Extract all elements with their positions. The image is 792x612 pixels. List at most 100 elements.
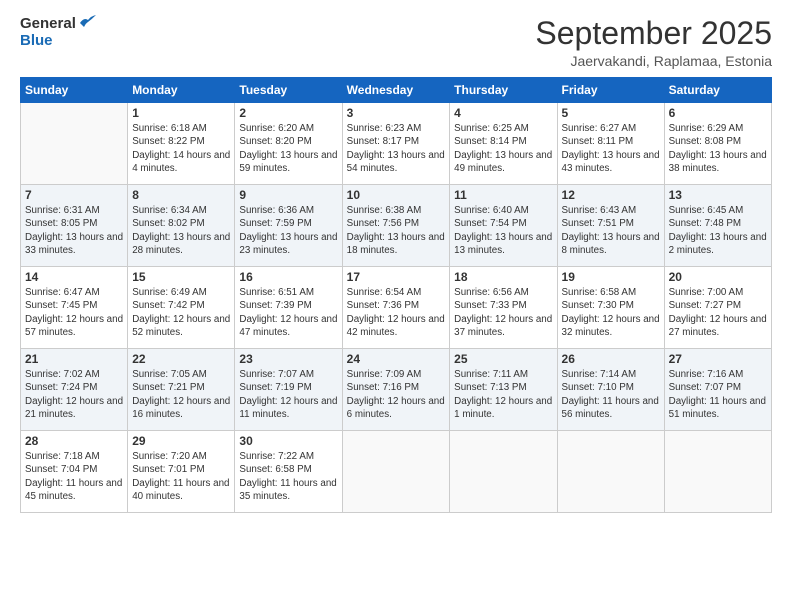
table-cell: 22 Sunrise: 7:05 AMSunset: 7:21 PMDayligh… (128, 349, 235, 431)
cell-day-number: 19 (562, 270, 660, 284)
col-thursday: Thursday (450, 78, 557, 103)
cell-day-number: 13 (669, 188, 767, 202)
table-cell: 9 Sunrise: 6:36 AMSunset: 7:59 PMDaylight… (235, 185, 342, 267)
calendar-row: 28 Sunrise: 7:18 AMSunset: 7:04 PMDayligh… (21, 431, 772, 513)
cell-info: Sunrise: 6:49 AMSunset: 7:42 PMDaylight:… (132, 286, 230, 339)
table-cell: 25 Sunrise: 7:11 AMSunset: 7:13 PMDayligh… (450, 349, 557, 431)
table-cell: 14Sunrise: 6:47 AMSunset: 7:45 PMDayligh… (21, 267, 128, 349)
col-tuesday: Tuesday (235, 78, 342, 103)
cell-info: Sunrise: 6:36 AMSunset: 7:59 PMDaylight:… (239, 204, 337, 257)
cell-day-number: 4 (454, 106, 552, 120)
table-cell: 18Sunrise: 6:56 AMSunset: 7:33 PMDayligh… (450, 267, 557, 349)
cell-info: Sunrise: 6:34 AMSunset: 8:02 PMDaylight:… (132, 204, 230, 257)
cell-day-number: 22 (132, 352, 230, 366)
table-cell: 10 Sunrise: 6:38 AMSunset: 7:56 PMDayligh… (342, 185, 450, 267)
cell-info: Sunrise: 6:31 AMSunset: 8:05 PMDaylight:… (25, 204, 123, 257)
table-cell: 21 Sunrise: 7:02 AMSunset: 7:24 PMDayligh… (21, 349, 128, 431)
table-cell: 26 Sunrise: 7:14 AMSunset: 7:10 PMDayligh… (557, 349, 664, 431)
calendar-table: Sunday Monday Tuesday Wednesday Thursday… (20, 77, 772, 513)
cell-day-number: 30 (239, 434, 337, 448)
table-cell: 17 Sunrise: 6:54 AMSunset: 7:36 PMDayligh… (342, 267, 450, 349)
cell-info: Sunrise: 6:27 AMSunset: 8:11 PMDaylight:… (562, 122, 660, 175)
calendar-row: 14Sunrise: 6:47 AMSunset: 7:45 PMDayligh… (21, 267, 772, 349)
cell-day-number: 23 (239, 352, 337, 366)
calendar-row: 1 Sunrise: 6:18 AMSunset: 8:22 PMDaylight… (21, 103, 772, 185)
cell-info: Sunrise: 6:38 AMSunset: 7:56 PMDaylight:… (347, 204, 446, 257)
table-cell: 2Sunrise: 6:20 AMSunset: 8:20 PMDaylight… (235, 103, 342, 185)
cell-info: Sunrise: 7:02 AMSunset: 7:24 PMDaylight:… (25, 368, 123, 421)
cell-info: Sunrise: 7:09 AMSunset: 7:16 PMDaylight:… (347, 368, 446, 421)
title-block: September 2025 Jaervakandi, Raplamaa, Es… (535, 16, 772, 69)
cell-info: Sunrise: 7:16 AMSunset: 7:07 PMDaylight:… (669, 368, 767, 421)
logo-general: General (20, 16, 76, 33)
col-monday: Monday (128, 78, 235, 103)
calendar-header-row: Sunday Monday Tuesday Wednesday Thursday… (21, 78, 772, 103)
table-cell: 16 Sunrise: 6:51 AMSunset: 7:39 PMDayligh… (235, 267, 342, 349)
cell-day-number: 9 (239, 188, 337, 202)
cell-day-number: 11 (454, 188, 552, 202)
cell-day-number: 2 (239, 106, 337, 120)
cell-info: Sunrise: 6:23 AMSunset: 8:17 PMDaylight:… (347, 122, 446, 175)
cell-day-number: 1 (132, 106, 230, 120)
cell-day-number: 26 (562, 352, 660, 366)
table-cell: 23 Sunrise: 7:07 AMSunset: 7:19 PMDayligh… (235, 349, 342, 431)
col-friday: Friday (557, 78, 664, 103)
calendar-row: 21 Sunrise: 7:02 AMSunset: 7:24 PMDayligh… (21, 349, 772, 431)
calendar-row: 7Sunrise: 6:31 AMSunset: 8:05 PMDaylight… (21, 185, 772, 267)
cell-day-number: 3 (347, 106, 446, 120)
subtitle: Jaervakandi, Raplamaa, Estonia (535, 53, 772, 69)
col-sunday: Sunday (21, 78, 128, 103)
cell-info: Sunrise: 7:11 AMSunset: 7:13 PMDaylight:… (454, 368, 552, 421)
table-cell: 27 Sunrise: 7:16 AMSunset: 7:07 PMDayligh… (664, 349, 771, 431)
logo-bird-icon (78, 15, 96, 29)
table-cell: 30Sunrise: 7:22 AMSunset: 6:58 PMDayligh… (235, 431, 342, 513)
table-cell: 7Sunrise: 6:31 AMSunset: 8:05 PMDaylight… (21, 185, 128, 267)
table-cell: 4 Sunrise: 6:25 AMSunset: 8:14 PMDaylight… (450, 103, 557, 185)
cell-day-number: 10 (347, 188, 446, 202)
logo-blue: Blue (20, 33, 53, 50)
cell-info: Sunrise: 6:18 AMSunset: 8:22 PMDaylight:… (132, 122, 230, 175)
table-cell: 12Sunrise: 6:43 AMSunset: 7:51 PMDayligh… (557, 185, 664, 267)
cell-day-number: 5 (562, 106, 660, 120)
cell-day-number: 29 (132, 434, 230, 448)
cell-day-number: 28 (25, 434, 123, 448)
col-wednesday: Wednesday (342, 78, 450, 103)
cell-day-number: 15 (132, 270, 230, 284)
cell-day-number: 16 (239, 270, 337, 284)
cell-day-number: 6 (669, 106, 767, 120)
table-cell: 11 Sunrise: 6:40 AMSunset: 7:54 PMDayligh… (450, 185, 557, 267)
main-title: September 2025 (535, 16, 772, 51)
cell-day-number: 24 (347, 352, 446, 366)
cell-day-number: 21 (25, 352, 123, 366)
cell-day-number: 12 (562, 188, 660, 202)
col-saturday: Saturday (664, 78, 771, 103)
cell-info: Sunrise: 6:45 AMSunset: 7:48 PMDaylight:… (669, 204, 767, 257)
cell-day-number: 8 (132, 188, 230, 202)
table-cell: 1 Sunrise: 6:18 AMSunset: 8:22 PMDaylight… (128, 103, 235, 185)
table-cell: 28 Sunrise: 7:18 AMSunset: 7:04 PMDayligh… (21, 431, 128, 513)
cell-day-number: 17 (347, 270, 446, 284)
table-cell (21, 103, 128, 185)
logo-wrap: General Blue (20, 16, 96, 49)
table-cell: 19 Sunrise: 6:58 AMSunset: 7:30 PMDayligh… (557, 267, 664, 349)
table-cell: 15 Sunrise: 6:49 AMSunset: 7:42 PMDayligh… (128, 267, 235, 349)
table-cell: 13 Sunrise: 6:45 AMSunset: 7:48 PMDayligh… (664, 185, 771, 267)
cell-info: Sunrise: 7:14 AMSunset: 7:10 PMDaylight:… (562, 368, 660, 421)
cell-info: Sunrise: 7:18 AMSunset: 7:04 PMDaylight:… (25, 450, 123, 503)
table-cell (342, 431, 450, 513)
cell-info: Sunrise: 6:25 AMSunset: 8:14 PMDaylight:… (454, 122, 552, 175)
cell-info: Sunrise: 7:07 AMSunset: 7:19 PMDaylight:… (239, 368, 337, 421)
cell-info: Sunrise: 6:54 AMSunset: 7:36 PMDaylight:… (347, 286, 446, 339)
cell-day-number: 27 (669, 352, 767, 366)
cell-info: Sunrise: 7:05 AMSunset: 7:21 PMDaylight:… (132, 368, 230, 421)
table-cell (450, 431, 557, 513)
cell-info: Sunrise: 6:40 AMSunset: 7:54 PMDaylight:… (454, 204, 552, 257)
cell-info: Sunrise: 6:58 AMSunset: 7:30 PMDaylight:… (562, 286, 660, 339)
cell-day-number: 25 (454, 352, 552, 366)
table-cell (664, 431, 771, 513)
table-cell (557, 431, 664, 513)
cell-info: Sunrise: 6:29 AMSunset: 8:08 PMDaylight:… (669, 122, 767, 175)
table-cell: 24 Sunrise: 7:09 AMSunset: 7:16 PMDayligh… (342, 349, 450, 431)
table-cell: 20Sunrise: 7:00 AMSunset: 7:27 PMDayligh… (664, 267, 771, 349)
cell-info: Sunrise: 6:51 AMSunset: 7:39 PMDaylight:… (239, 286, 337, 339)
